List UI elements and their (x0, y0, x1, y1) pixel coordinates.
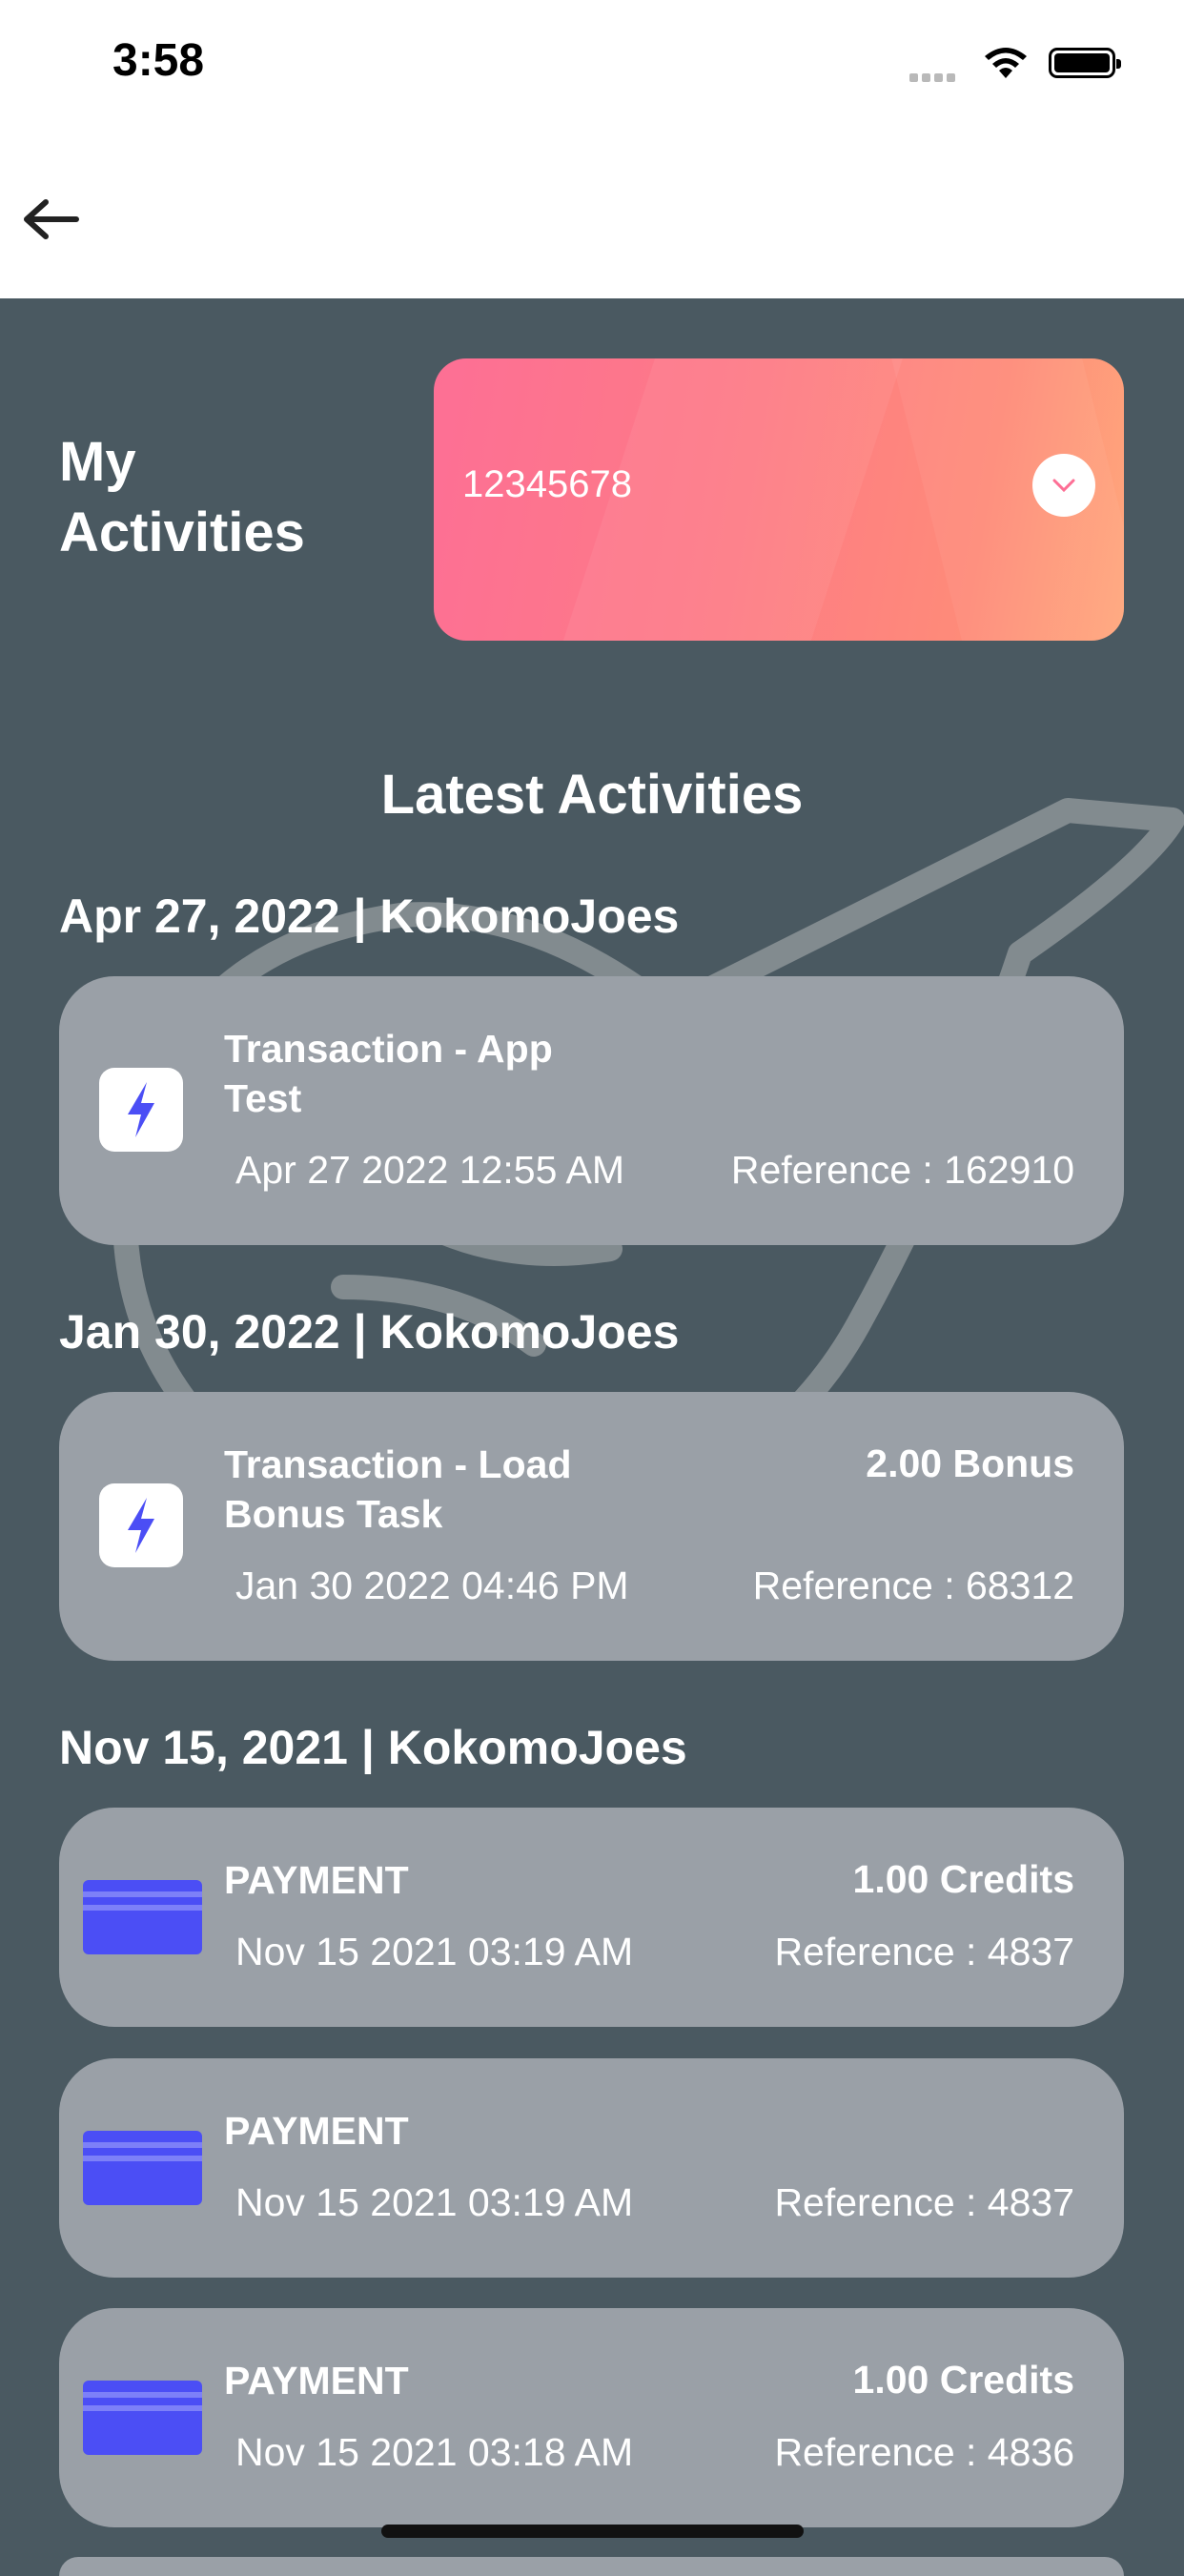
activity-title: PAYMENT (224, 1858, 409, 1902)
activity-reference: Reference : 4836 (774, 2430, 1074, 2474)
lightning-bolt-icon (99, 1068, 183, 1152)
top-bar: 3:58 (0, 0, 1184, 298)
group-header: Jan 30, 2022 | KokomoJoes (59, 1305, 680, 1359)
activity-title-line1: Transaction - Load (224, 1442, 572, 1486)
arrow-left-icon (24, 199, 79, 239)
activity-reference: Reference : 162910 (730, 1148, 1074, 1192)
account-number: 12345678 (462, 463, 632, 505)
activity-time: Nov 15 2021 03:18 AM (235, 2430, 634, 2474)
activity-time: Jan 30 2022 04:46 PM (235, 1564, 629, 1607)
activity-card[interactable]: Transaction - App Test Apr 27 2022 12:55… (59, 976, 1124, 1245)
status-time: 3:58 (112, 35, 205, 86)
activity-reference: Reference : 4837 (774, 1930, 1074, 1973)
activity-title: Transaction - App Test (224, 1024, 553, 1123)
activity-title: Transaction - Load Bonus Task (224, 1440, 572, 1539)
activity-title-line1: Transaction - App (224, 1027, 553, 1071)
activity-amount: 1.00 Credits (852, 2358, 1074, 2402)
activity-reference: Reference : 4837 (774, 2180, 1074, 2224)
activity-time: Nov 15 2021 03:19 AM (235, 1930, 634, 1973)
section-title: Latest Activities (380, 764, 804, 826)
lightning-bolt-icon (99, 1483, 183, 1567)
activity-card[interactable]: PAYMENT 1.00 Credits Nov 15 2021 03:18 A… (59, 2308, 1124, 2527)
activity-title: PAYMENT (224, 2359, 409, 2402)
page-title: My Activities (59, 427, 305, 568)
chevron-down-icon (1052, 479, 1075, 493)
activity-time: Apr 27 2022 12:55 AM (235, 1148, 625, 1192)
activity-title: PAYMENT (224, 2109, 409, 2153)
activity-title-line2: Test (224, 1076, 302, 1120)
page-title-line1: My (59, 431, 136, 493)
account-selector[interactable]: 12345678 (434, 358, 1124, 641)
home-indicator (381, 2525, 804, 2538)
payment-card-icon (83, 2131, 202, 2205)
activity-time: Nov 15 2021 03:19 AM (235, 2180, 634, 2224)
activity-card[interactable]: Transaction - Load Bonus Task 2.00 Bonus… (59, 1392, 1124, 1661)
activity-reference: Reference : 68312 (752, 1564, 1074, 1607)
page-title-line2: Activities (59, 501, 305, 563)
activity-amount: 2.00 Bonus (866, 1441, 1074, 1485)
account-dropdown-button[interactable] (1032, 454, 1095, 517)
signal-dots-icon (909, 70, 959, 87)
wifi-icon (985, 48, 1027, 78)
activity-title-line2: Bonus Task (224, 1492, 443, 1536)
group-header: Apr 27, 2022 | KokomoJoes (59, 889, 680, 943)
payment-card-icon (83, 2381, 202, 2455)
group-header: Nov 15, 2021 | KokomoJoes (59, 1721, 687, 1774)
activity-amount: 1.00 Credits (852, 1857, 1074, 1901)
activity-card[interactable]: PAYMENT Nov 15 2021 03:19 AM Reference :… (59, 2058, 1124, 2278)
payment-card-icon (83, 1880, 202, 1954)
battery-icon (1049, 48, 1121, 78)
activity-card[interactable]: PAYMENT 1.00 Credits Nov 15 2021 03:19 A… (59, 1808, 1124, 2027)
back-button[interactable] (17, 191, 84, 248)
activity-card-partial[interactable] (59, 2557, 1124, 2576)
